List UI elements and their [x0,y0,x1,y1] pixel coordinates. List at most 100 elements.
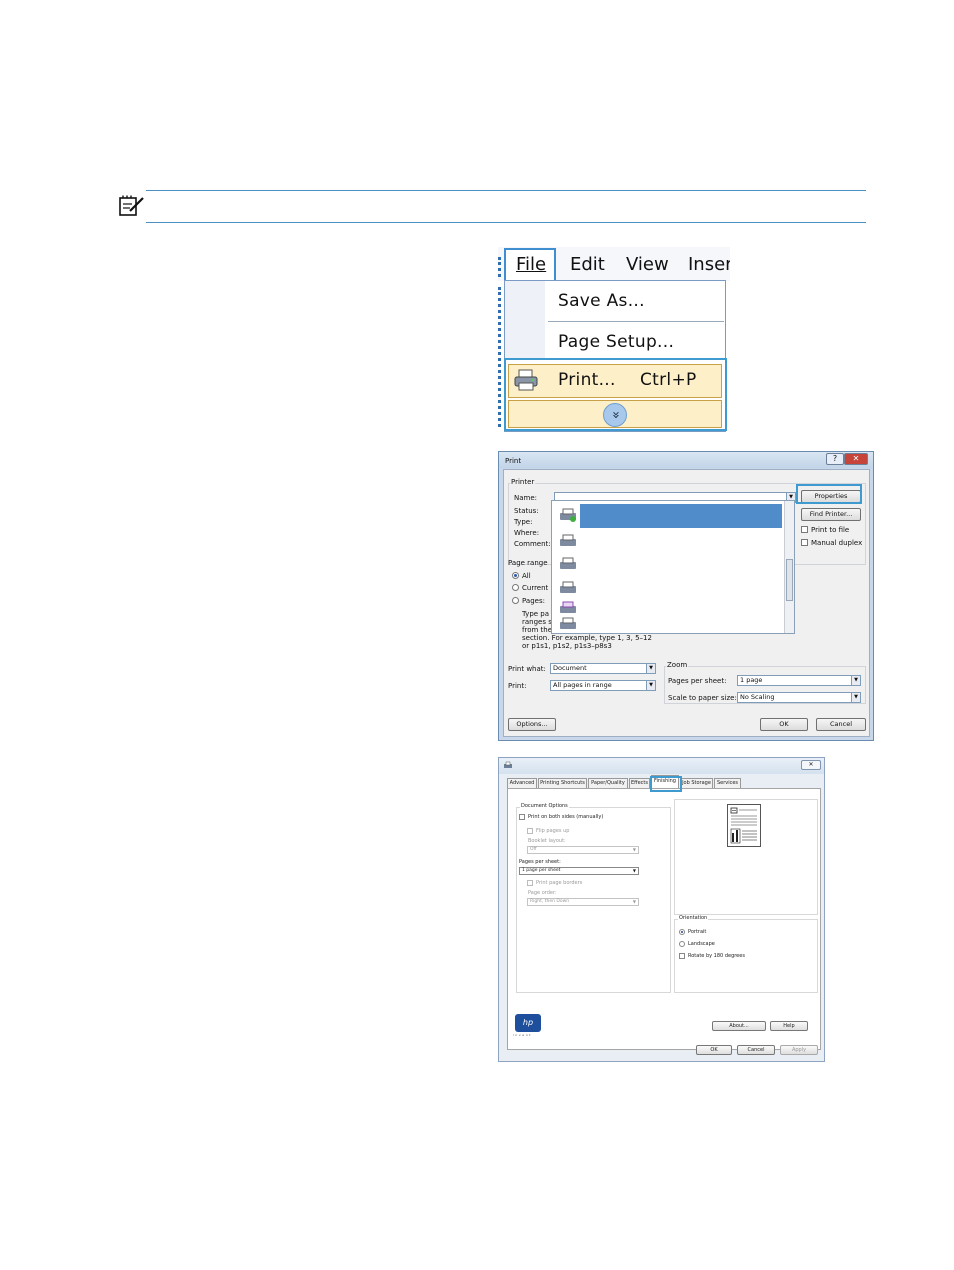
scale-label: Scale to paper size: [668,694,737,702]
hp-logo: hp [515,1014,541,1032]
printer-properties-dialog: ✕ Advanced Printing Shortcuts Paper/Qual… [498,757,825,1062]
print-both-sides-checkbox[interactable] [519,814,525,820]
note-top-rule [146,190,866,191]
chevron-down-icon: ▼ [646,681,655,690]
print-what-select[interactable]: Document ▼ [550,663,656,674]
printer-icon [560,534,576,546]
print-dialog-titlebar: Print ? ✕ [499,452,873,468]
toolbar-grip [498,257,502,277]
print-select[interactable]: All pages in range ▼ [550,680,656,691]
options-button[interactable]: Options... [508,718,556,731]
flip-pages-checkbox[interactable] [527,828,533,834]
rotate-checkbox[interactable] [679,953,685,959]
comment-label: Comment: [514,540,551,548]
print-callout [504,358,727,431]
portrait-radio[interactable] [679,929,685,935]
scale-select[interactable]: No Scaling ▼ [737,692,861,703]
range-current-label: Current [522,584,549,592]
menu-edit[interactable]: Edit [570,254,605,275]
pages-per-sheet-select[interactable]: 1 page ▼ [737,675,861,686]
range-current-radio[interactable] [512,584,519,591]
find-printer-button[interactable]: Find Printer... [801,508,861,521]
print-what-value: Document [553,664,587,672]
scroll-thumb[interactable] [786,559,793,601]
portrait-label: Portrait [688,929,707,935]
properties-callout [796,484,862,504]
page-order-select[interactable]: Right, then Down ▼ [527,898,639,906]
page-order-value: Right, then Down [530,899,570,904]
menu-view[interactable]: View [626,254,669,275]
landscape-label: Landscape [688,941,715,947]
status-label: Status: [514,507,539,515]
zoom-label: Zoom [666,661,689,669]
orientation-label: Orientation [678,915,709,921]
close-button[interactable]: ✕ [844,453,868,465]
tab-effects[interactable]: Effects [629,778,650,788]
range-pages-radio[interactable] [512,597,519,604]
printer-dropdown-list [551,500,795,634]
note-icon [119,195,144,216]
print-dialog: Print ? ✕ Printer Name: ▼ Status: Type: … [498,451,874,741]
help-button[interactable]: Help [770,1021,808,1031]
print-what-label: Print what: [508,665,546,673]
print-to-file-checkbox[interactable] [801,526,808,533]
file-menu-screenshot: File Edit View Inser Save As... Page Set… [498,247,730,433]
about-button[interactable]: About... [712,1021,766,1031]
menu-insert[interactable]: Inser [688,254,730,275]
chevron-down-icon: ▼ [632,868,636,873]
range-help-line: section. For example, type 1, 3, 5–12 [522,634,652,642]
left-grip [498,287,502,427]
printer-icon [560,617,576,629]
print-to-file-label: Print to file [811,526,850,534]
note-bottom-rule [146,222,866,223]
printer-list-selected[interactable] [580,504,782,528]
chevron-down-icon: ▼ [851,676,860,685]
tab-job-storage[interactable]: Job Storage [680,778,713,788]
menu-item-page-setup[interactable]: Page Setup... [558,332,674,352]
booklet-layout-label: Booklet layout: [528,838,566,844]
chevron-down-icon: ▼ [632,847,636,852]
help-button[interactable]: ? [826,453,844,465]
ok-button[interactable]: OK [696,1045,732,1055]
pages-per-sheet-value: 1 page per sheet [522,868,561,873]
printer-icon [504,761,512,768]
manual-duplex-checkbox[interactable] [801,539,808,546]
printer-group-label: Printer [510,478,536,486]
range-help-line: from the [522,626,553,634]
range-pages-label: Pages: [522,597,545,605]
menu-separator [548,321,724,322]
cancel-button[interactable]: Cancel [816,718,866,731]
page-order-label: Page order: [528,890,557,896]
finishing-tab-callout [650,776,682,792]
print-dialog-title: Print [505,457,522,465]
menu-file[interactable]: File [516,254,546,275]
tab-printing-shortcuts[interactable]: Printing Shortcuts [538,778,587,788]
page-preview-thumbnail [727,804,761,847]
landscape-radio[interactable] [679,941,685,947]
close-button[interactable]: ✕ [801,760,821,770]
print-page-borders-label: Print page borders [536,880,583,886]
apply-button[interactable]: Apply [780,1045,818,1055]
print-value: All pages in range [553,681,612,689]
flip-pages-label: Flip pages up [536,828,570,834]
printer-icon [560,508,576,522]
tab-paper-quality[interactable]: Paper/Quality [588,778,628,788]
scale-value: No Scaling [740,693,775,701]
menu-item-save-as[interactable]: Save As... [558,291,645,311]
fax-printer-icon [560,601,576,613]
booklet-layout-select[interactable]: Off ▼ [527,846,639,854]
tab-services[interactable]: Services [714,778,741,788]
hp-logo-tagline: invent [513,1033,533,1037]
print-page-borders-checkbox[interactable] [527,880,533,886]
range-all-label: All [522,572,531,580]
tab-advanced[interactable]: Advanced [507,778,537,788]
cancel-button[interactable]: Cancel [737,1045,775,1055]
pages-per-sheet-select[interactable]: 1 page per sheet ▼ [519,867,639,875]
range-all-radio[interactable] [512,572,519,579]
finishing-tab-page: Document Options Print on both sides (ma… [507,788,821,1050]
where-label: Where: [514,529,540,537]
name-label: Name: [514,494,538,502]
menu-bar: File Edit View Inser [498,247,730,282]
list-scrollbar[interactable] [784,501,794,633]
ok-button[interactable]: OK [760,718,808,731]
